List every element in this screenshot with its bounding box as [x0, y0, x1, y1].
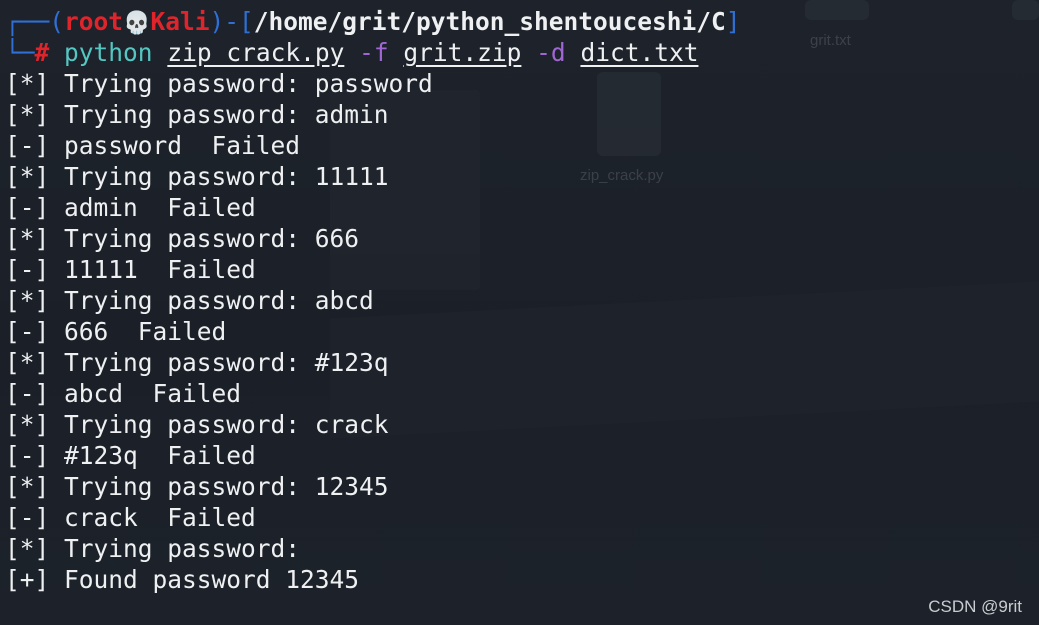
skull-icon: 💀 [123, 11, 151, 36]
prompt-frame-close: ] [725, 7, 741, 36]
output-line: [-] abcd Failed [5, 379, 242, 408]
screen: grit.txt zip_crack.py ┌──(root💀Kali)-[/h… [0, 0, 1039, 625]
prompt-frame-mid: )-[ [209, 7, 254, 36]
prompt-frame-top: ┌──( [5, 7, 65, 36]
terminal-window[interactable]: ┌──(root💀Kali)-[/home/grit/python_shento… [0, 0, 1039, 625]
output-line: [-] password Failed [5, 131, 301, 160]
output-line: [*] Trying password: crack [5, 410, 389, 439]
command-script: zip_crack.py [167, 38, 345, 67]
prompt-user: root [64, 7, 124, 36]
output-line: [*] Trying password: [5, 534, 301, 563]
watermark: CSDN @9rit [928, 597, 1022, 616]
command-flag-dict: -d [536, 38, 566, 67]
output-line: [-] 666 Failed [5, 317, 227, 346]
output-line: [*] Trying password: 11111 [5, 162, 389, 191]
command-dict-file: dict.txt [580, 38, 699, 67]
output-line: [-] 11111 Failed [5, 255, 256, 284]
output-line: [-] crack Failed [5, 503, 256, 532]
output-line: [*] Trying password: abcd [5, 286, 374, 315]
output-line: [*] Trying password: password [5, 69, 433, 98]
output-line: [*] Trying password: 12345 [5, 472, 389, 501]
prompt-path: /home/grit/python_shentouceshi/C [253, 7, 726, 36]
command-line[interactable]: └─# python zip_crack.py -f grit.zip -d d… [5, 37, 1039, 68]
prompt-hash: # [34, 38, 50, 67]
output-line: [-] admin Failed [5, 193, 256, 222]
prompt-frame-bottom: └─ [5, 38, 35, 67]
command-flag-file: -f [359, 38, 389, 67]
output-line: [*] Trying password: #123q [5, 348, 389, 377]
command-zip-file: grit.zip [403, 38, 522, 67]
output-line: [*] Trying password: 666 [5, 224, 360, 253]
output-line: [*] Trying password: admin [5, 100, 389, 129]
command-program: python [64, 38, 153, 67]
prompt-host: Kali [150, 7, 210, 36]
found-password-line: [+] Found password 12345 [5, 565, 360, 594]
prompt-line-1: ┌──(root💀Kali)-[/home/grit/python_shento… [5, 6, 1039, 37]
output-line: [-] #123q Failed [5, 441, 256, 470]
